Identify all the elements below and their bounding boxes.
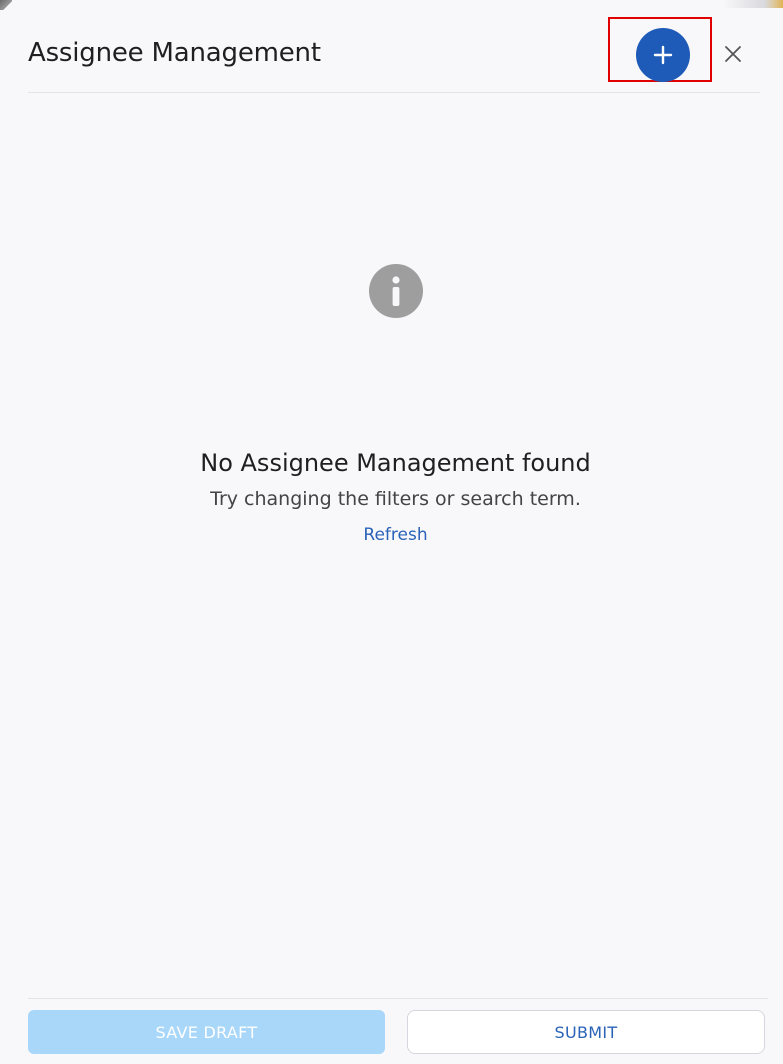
empty-state-subtitle: Try changing the filters or search term. <box>210 488 581 510</box>
refresh-link[interactable]: Refresh <box>8 523 783 547</box>
page-title: Assignee Management <box>28 38 321 68</box>
save-draft-button[interactable]: SAVE DRAFT <box>28 1010 385 1054</box>
assignee-management-panel: Assignee Management No Assignee Manageme… <box>8 8 783 1064</box>
info-icon <box>369 264 423 318</box>
close-icon <box>725 46 741 62</box>
empty-state-title: No Assignee Management found <box>200 449 591 477</box>
close-button[interactable] <box>722 42 744 66</box>
submit-button[interactable]: SUBMIT <box>407 1010 765 1054</box>
plus-icon <box>653 45 673 65</box>
footer-divider <box>28 998 768 999</box>
add-assignee-button[interactable] <box>636 28 690 82</box>
